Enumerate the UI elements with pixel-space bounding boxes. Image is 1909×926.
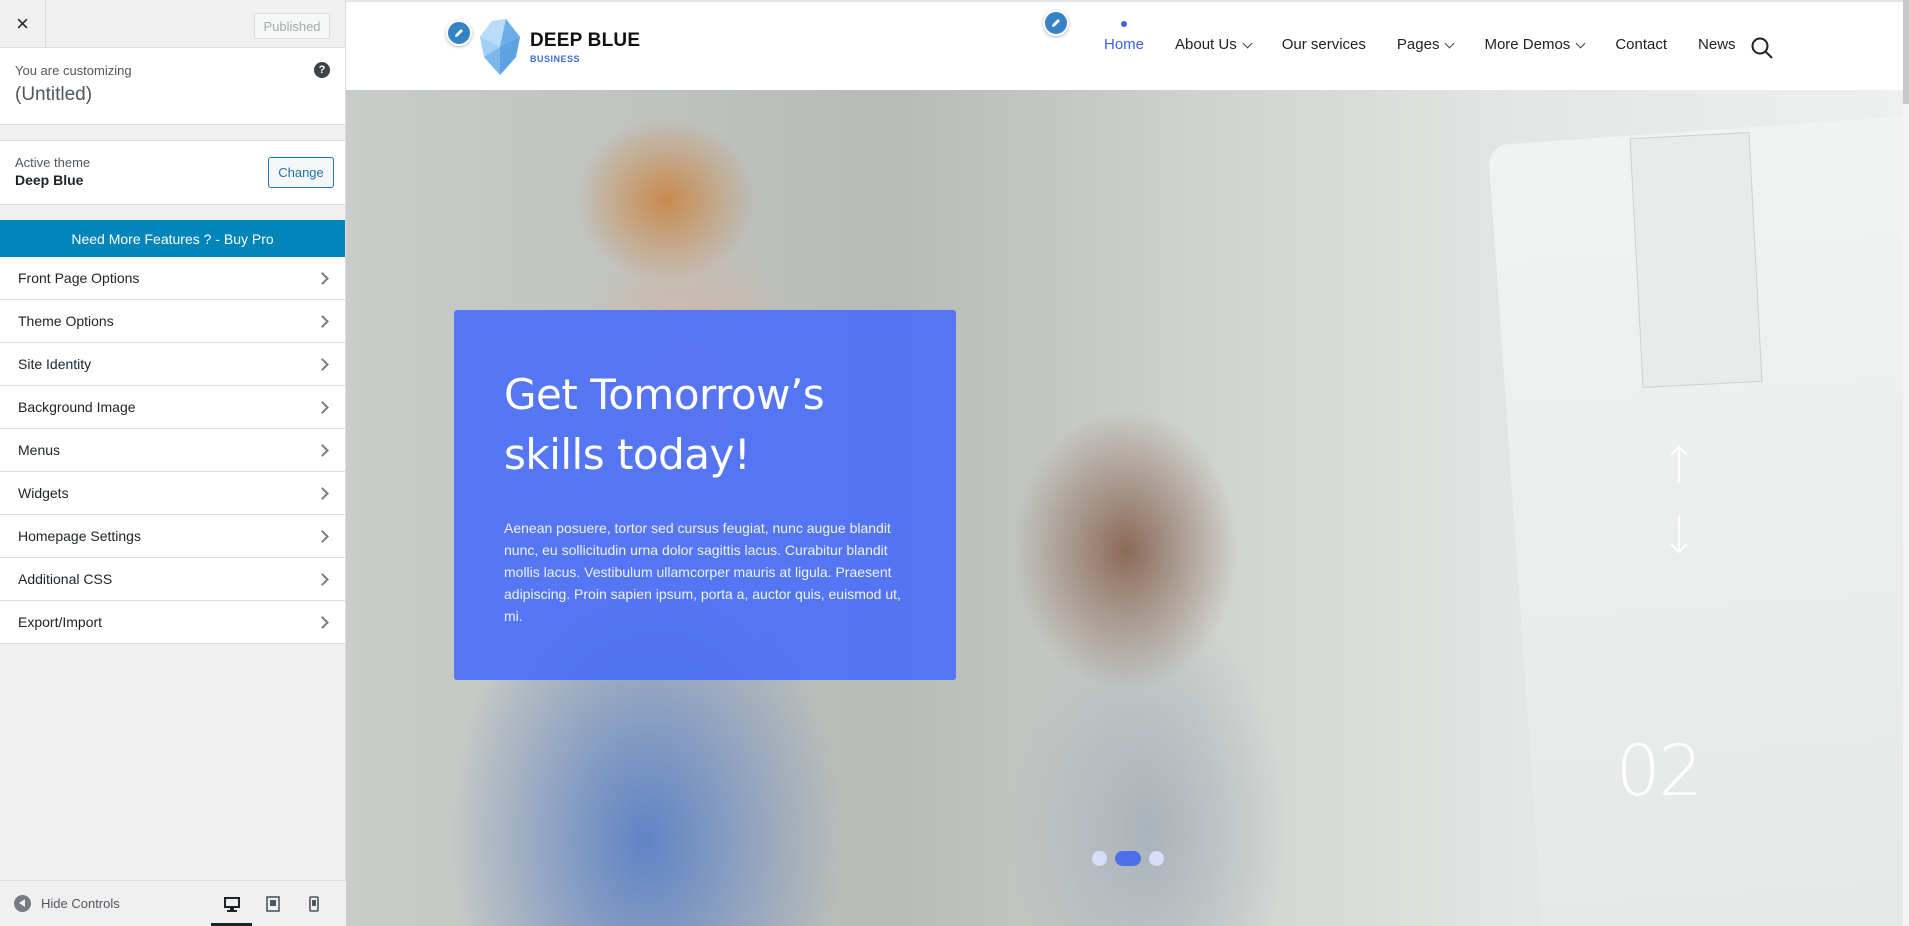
section-label: Export/Import bbox=[18, 614, 103, 630]
preview-scrollbar[interactable] bbox=[1903, 0, 1909, 926]
pencil-icon bbox=[455, 29, 463, 37]
scrollbar-thumb[interactable] bbox=[1903, 0, 1909, 104]
nav-about-us[interactable]: About Us bbox=[1175, 36, 1253, 53]
hero-title-line: Get Tomorrow’s bbox=[504, 370, 825, 419]
slider-pagination bbox=[1092, 851, 1172, 866]
chevron-right-icon bbox=[316, 443, 329, 457]
customizer-sections: Front Page Options Theme Options Site Id… bbox=[0, 257, 345, 644]
nav-label: Contact bbox=[1615, 36, 1668, 53]
nav-label: Our services bbox=[1281, 36, 1366, 53]
logo-title: DEEP BLUE bbox=[530, 30, 641, 51]
chevron-right-icon bbox=[316, 615, 329, 629]
slide-number: 02 bbox=[1616, 730, 1703, 812]
nav-news[interactable]: News bbox=[1698, 36, 1736, 53]
nav-label: News bbox=[1698, 36, 1736, 53]
chevron-right-icon bbox=[316, 486, 329, 500]
nav-home[interactable]: Home bbox=[1104, 21, 1145, 53]
section-label: Background Image bbox=[18, 399, 136, 415]
customizing-info: You are customizing (Untitled) ? bbox=[0, 48, 345, 125]
nav-our-services[interactable]: Our services bbox=[1282, 36, 1366, 53]
section-front-page-options[interactable]: Front Page Options bbox=[0, 257, 345, 300]
nav-pages[interactable]: Pages bbox=[1396, 36, 1455, 53]
section-theme-options[interactable]: Theme Options bbox=[0, 300, 345, 343]
section-background-image[interactable]: Background Image bbox=[0, 386, 345, 429]
edit-logo-shortcut[interactable] bbox=[446, 20, 472, 46]
close-customizer-button[interactable]: × bbox=[0, 0, 46, 48]
customizing-label: You are customizing bbox=[15, 63, 132, 78]
slider-dot[interactable] bbox=[1149, 851, 1164, 866]
chevron-right-icon bbox=[316, 529, 329, 543]
nav-label: Pages bbox=[1396, 36, 1440, 53]
close-icon: × bbox=[16, 11, 29, 36]
preview-desktop-button[interactable] bbox=[211, 881, 252, 926]
slider-dot[interactable] bbox=[1092, 851, 1107, 866]
chevron-down-icon bbox=[1242, 38, 1253, 48]
section-homepage-settings[interactable]: Homepage Settings bbox=[0, 515, 345, 558]
section-label: Widgets bbox=[18, 485, 69, 501]
chevron-right-icon bbox=[316, 400, 329, 414]
site-header: DEEP BLUE BUSINESS Home About Us Our ser… bbox=[346, 0, 1909, 90]
main-navigation: Home About Us Our services Pages More De… bbox=[1104, 21, 1767, 53]
chevron-right-icon bbox=[316, 357, 329, 371]
section-additional-css[interactable]: Additional CSS bbox=[0, 558, 345, 601]
hero-background-image bbox=[1629, 132, 1763, 388]
hero-slider: Get Tomorrow’s skills today! Aenean posu… bbox=[346, 90, 1909, 926]
section-label: Homepage Settings bbox=[18, 528, 141, 544]
preview-tablet-button[interactable] bbox=[252, 881, 293, 926]
chevron-down-icon bbox=[1575, 38, 1586, 48]
site-logo[interactable]: DEEP BLUE BUSINESS bbox=[476, 17, 640, 77]
iceberg-logo-icon bbox=[480, 19, 520, 75]
chevron-down-icon bbox=[1445, 38, 1455, 48]
section-widgets[interactable]: Widgets bbox=[0, 472, 345, 515]
section-label: Site Identity bbox=[18, 356, 92, 372]
tablet-icon bbox=[265, 896, 280, 912]
hero-description: Aenean posuere, tortor sed cursus feugia… bbox=[504, 520, 901, 624]
pencil-icon bbox=[1052, 19, 1060, 27]
chevron-right-icon bbox=[316, 314, 329, 328]
logo-text: DEEP BLUE BUSINESS bbox=[530, 30, 640, 64]
chevron-right-icon bbox=[316, 271, 329, 285]
arrow-down-icon[interactable] bbox=[1669, 514, 1689, 554]
section-label: Menus bbox=[18, 442, 61, 458]
customizer-header: × Published bbox=[0, 0, 345, 48]
nav-label: Home bbox=[1104, 36, 1145, 53]
hero-title: Get Tomorrow’s skills today! bbox=[504, 365, 916, 485]
mobile-icon bbox=[308, 896, 319, 912]
site-title: (Untitled) bbox=[15, 84, 93, 105]
site-preview: DEEP BLUE BUSINESS Home About Us Our ser… bbox=[346, 0, 1909, 926]
change-theme-button[interactable]: Change bbox=[268, 157, 334, 188]
collapse-arrow-icon bbox=[14, 895, 31, 912]
device-preview-switcher bbox=[211, 881, 334, 926]
active-theme-panel: Active theme Deep Blue Change bbox=[0, 140, 345, 205]
section-label: Front Page Options bbox=[18, 270, 140, 286]
desktop-icon bbox=[223, 896, 240, 912]
nav-label: About Us bbox=[1175, 36, 1237, 53]
customizer-sidebar: × Published You are customizing (Untitle… bbox=[0, 0, 346, 926]
slider-dot-active[interactable] bbox=[1115, 851, 1141, 866]
section-label: Additional CSS bbox=[18, 571, 113, 587]
help-icon[interactable]: ? bbox=[314, 62, 330, 78]
edit-menu-shortcut[interactable] bbox=[1043, 10, 1069, 36]
section-export-import[interactable]: Export/Import bbox=[0, 601, 345, 644]
preview-mobile-button[interactable] bbox=[293, 881, 334, 926]
hero-title-line: skills today! bbox=[504, 430, 751, 479]
hero-caption-box: Get Tomorrow’s skills today! Aenean posu… bbox=[454, 310, 956, 680]
customizer-footer: Hide Controls bbox=[0, 880, 346, 926]
logo-subtitle: BUSINESS bbox=[530, 54, 581, 64]
search-icon[interactable] bbox=[1750, 36, 1774, 60]
nav-label: More Demos bbox=[1484, 36, 1571, 53]
hide-controls-label: Hide Controls bbox=[41, 896, 120, 911]
section-label: Theme Options bbox=[18, 313, 114, 329]
publish-button[interactable]: Published bbox=[254, 13, 330, 39]
hide-controls-button[interactable]: Hide Controls bbox=[14, 895, 120, 912]
section-menus[interactable]: Menus bbox=[0, 429, 345, 472]
nav-contact[interactable]: Contact bbox=[1615, 36, 1667, 53]
arrow-up-icon[interactable] bbox=[1669, 445, 1689, 485]
chevron-right-icon bbox=[316, 572, 329, 586]
buy-pro-banner[interactable]: Need More Features ? - Buy Pro bbox=[0, 220, 345, 257]
section-site-identity[interactable]: Site Identity bbox=[0, 343, 345, 386]
nav-more-demos[interactable]: More Demos bbox=[1484, 36, 1586, 53]
